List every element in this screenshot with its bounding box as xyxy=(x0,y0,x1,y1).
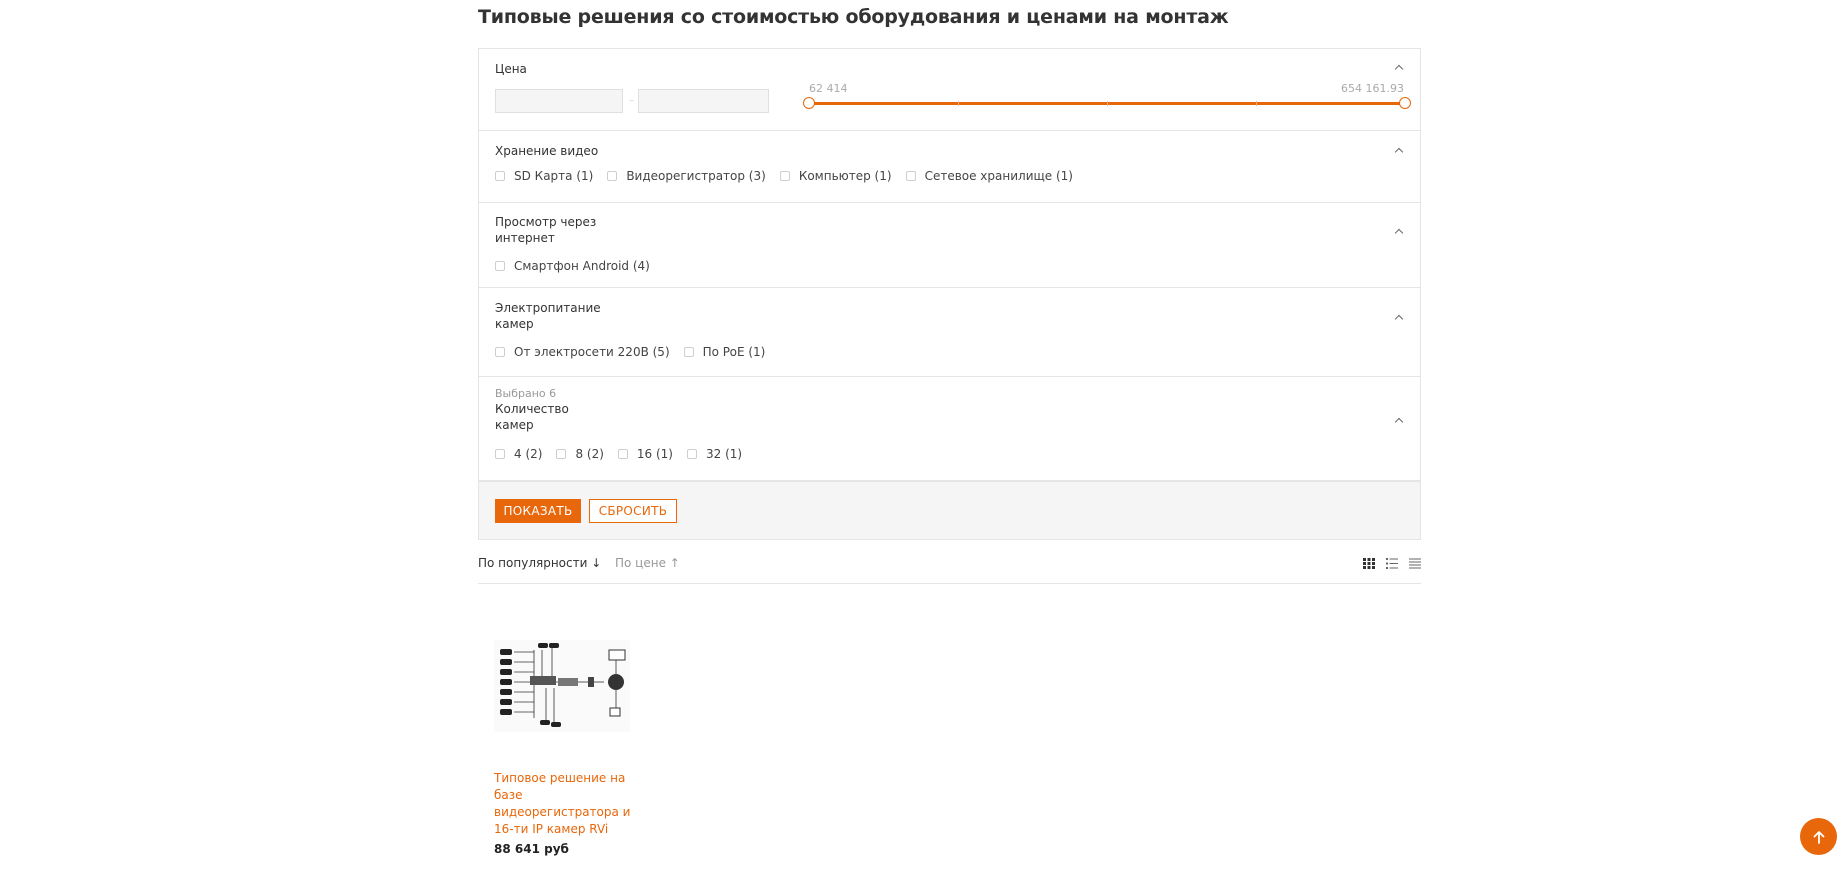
sort-by-price[interactable]: По цене ↑ xyxy=(615,556,680,570)
product-price: 88 641 руб xyxy=(494,842,569,856)
reset-button[interactable]: СБРОСИТЬ xyxy=(589,499,677,523)
checkbox-poe[interactable]: По PoE (1) xyxy=(683,345,766,359)
scroll-to-top-button[interactable] xyxy=(1800,818,1837,855)
product-title-link[interactable]: Типовое решение на базе видеорегистратор… xyxy=(494,770,634,838)
filter-title-internet-view[interactable]: Просмотр через интернет xyxy=(495,214,596,246)
checkbox-android[interactable]: Смартфон Android (4) xyxy=(495,259,650,273)
checkbox-nas[interactable]: Сетевое хранилище (1) xyxy=(905,169,1073,183)
chevron-up-icon[interactable] xyxy=(1394,228,1404,238)
filter-title-camera-count[interactable]: Выбрано 6 Количество камер xyxy=(495,387,569,433)
checkbox-label: 8 (2) xyxy=(575,447,604,461)
checkbox-label: От электросети 220В (5) xyxy=(514,345,670,359)
slider-tick xyxy=(1256,101,1257,106)
range-separator: – xyxy=(629,95,634,106)
sort-by-popularity[interactable]: По популярности ↓ xyxy=(478,556,601,570)
slider-tick xyxy=(1107,101,1108,106)
checkbox-label: SD Карта (1) xyxy=(514,169,594,183)
chevron-up-icon[interactable] xyxy=(1394,147,1404,157)
grid-view-icon[interactable] xyxy=(1363,558,1375,569)
checkbox-label: 4 (2) xyxy=(514,447,543,461)
checkbox-label: 16 (1) xyxy=(636,447,673,461)
checkbox-box[interactable] xyxy=(556,449,567,459)
sort-bar: По популярности ↓ По цене ↑ xyxy=(478,556,1421,584)
slider-tick xyxy=(958,101,959,106)
filter-section-power: Электропитание камер От электросети 220В… xyxy=(479,288,1420,377)
checkbox-label: Смартфон Android (4) xyxy=(514,259,650,273)
filter-actions: ПОКАЗАТЬ СБРОСИТЬ xyxy=(479,481,1420,539)
checkbox-label: По PoE (1) xyxy=(702,345,766,359)
checkbox-box[interactable] xyxy=(495,347,505,357)
price-min-input[interactable] xyxy=(495,89,623,113)
filter-section-internet-view: Просмотр через интернет Смартфон Android… xyxy=(479,203,1420,288)
checkbox-box[interactable] xyxy=(779,171,790,181)
filter-title-line: Количество xyxy=(495,402,569,416)
checkbox-computer[interactable]: Компьютер (1) xyxy=(779,169,892,183)
filter-title-line: Электропитание xyxy=(495,301,601,315)
chevron-up-icon[interactable] xyxy=(1394,314,1404,324)
filter-title-line: интернет xyxy=(495,231,555,245)
filter-title-line: камер xyxy=(495,418,534,432)
filter-section-camera-count: Выбрано 6 Количество камер 4 (2) 8 (2) 1… xyxy=(479,377,1420,481)
checkbox-label: 32 (1) xyxy=(706,447,743,461)
price-slider-min-handle[interactable] xyxy=(803,97,815,109)
checkbox-label: Сетевое хранилище (1) xyxy=(924,169,1073,183)
page-title: Типовые решения со стоимостью оборудован… xyxy=(478,6,1229,28)
filter-section-storage: Хранение видео SD Карта (1) Видеорегистр… xyxy=(479,131,1420,203)
checkbox-box[interactable] xyxy=(495,171,505,181)
arrow-up-icon xyxy=(1813,830,1824,844)
filter-title-line: Просмотр через xyxy=(495,215,597,229)
slider-min-label: 62 414 xyxy=(809,82,848,95)
slider-max-label: 654 161.93 xyxy=(1341,82,1404,95)
checkbox-label: Видеорегистратор (3) xyxy=(626,169,766,183)
chevron-up-icon[interactable] xyxy=(1394,64,1404,74)
checkbox-mains-220v[interactable]: От электросети 220В (5) xyxy=(495,345,670,359)
filter-section-price: Цена – 62 414 654 161.93 xyxy=(479,49,1420,131)
show-button[interactable]: ПОКАЗАТЬ xyxy=(495,499,581,523)
list-view-icon[interactable] xyxy=(1386,558,1398,569)
checkbox-box[interactable] xyxy=(683,347,694,357)
filter-title-price[interactable]: Цена xyxy=(495,61,527,77)
selected-count-hint: Выбрано 6 xyxy=(495,387,557,400)
checkbox-cameras-8[interactable]: 8 (2) xyxy=(556,447,604,461)
checkbox-cameras-32[interactable]: 32 (1) xyxy=(687,447,742,461)
checkbox-box[interactable] xyxy=(905,171,916,181)
checkbox-dvr[interactable]: Видеорегистратор (3) xyxy=(607,169,766,183)
table-view-icon[interactable] xyxy=(1409,558,1421,569)
product-image[interactable] xyxy=(494,640,630,732)
checkbox-box[interactable] xyxy=(495,449,505,459)
view-switcher xyxy=(1352,558,1421,569)
price-max-input[interactable] xyxy=(638,89,769,113)
checkbox-sd-card[interactable]: SD Карта (1) xyxy=(495,169,593,183)
checkbox-box[interactable] xyxy=(607,171,618,181)
checkbox-box[interactable] xyxy=(687,449,697,459)
checkbox-label: Компьютер (1) xyxy=(798,169,892,183)
smart-filter: Цена – 62 414 654 161.93 Хранение видео … xyxy=(478,48,1421,540)
chevron-up-icon[interactable] xyxy=(1394,417,1404,427)
checkbox-cameras-4[interactable]: 4 (2) xyxy=(495,447,542,461)
checkbox-box[interactable] xyxy=(495,261,505,271)
price-slider-max-handle[interactable] xyxy=(1399,97,1411,109)
product-card[interactable]: Типовое решение на базе видеорегистратор… xyxy=(494,640,634,856)
checkbox-cameras-16[interactable]: 16 (1) xyxy=(617,447,673,461)
checkbox-box[interactable] xyxy=(617,449,628,459)
filter-title-power[interactable]: Электропитание камер xyxy=(495,300,601,332)
filter-title-line: камер xyxy=(495,317,534,331)
filter-title-storage[interactable]: Хранение видео xyxy=(495,143,598,159)
